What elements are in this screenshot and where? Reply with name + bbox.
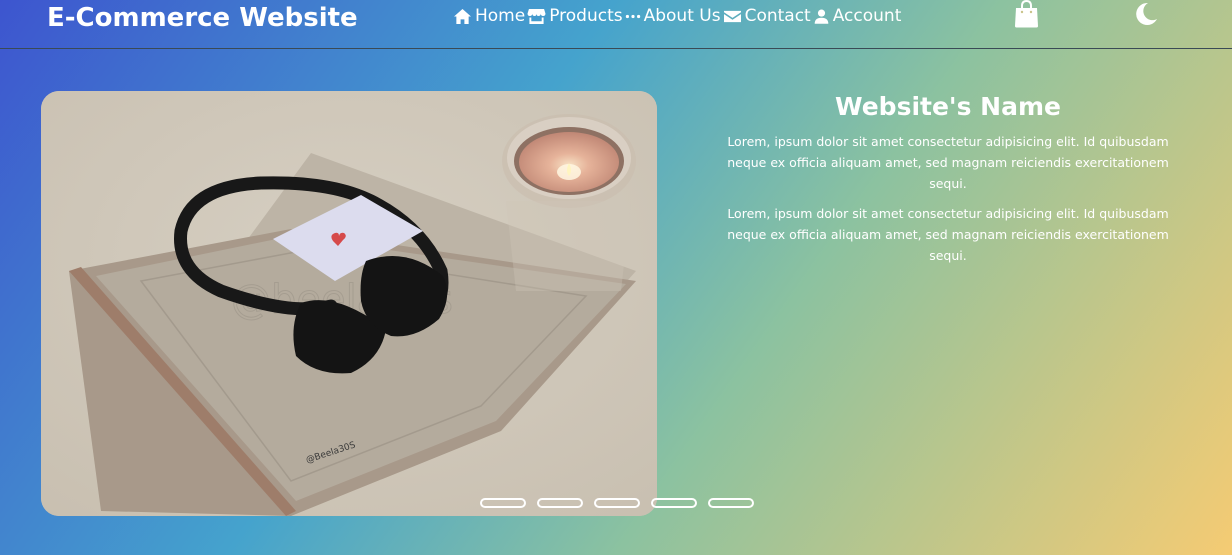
slide-indicator-5[interactable] [708,498,754,508]
slider-indicators [480,498,754,508]
nav-products-label: Products [549,6,623,26]
info-paragraph-1: Lorem, ipsum dolor sit amet consectetur … [727,134,1169,191]
info-paragraph-2: Lorem, ipsum dolor sit amet consectetur … [727,206,1169,263]
slide-indicator-1[interactable] [480,498,526,508]
hero-image: @beela30s @Beela30S [41,91,657,516]
site-info: Website's Name Lorem, ipsum dolor sit am… [716,92,1180,275]
ellipsis-icon [625,14,640,18]
nav-contact[interactable]: Contact [723,6,813,26]
slide-indicator-2[interactable] [537,498,583,508]
nav-account[interactable]: Account [813,6,904,26]
home-icon [454,8,471,24]
store-icon [527,8,546,24]
user-icon [814,9,829,24]
nav-about-label: About Us [643,6,721,26]
shopping-bag-icon[interactable] [1014,0,1039,28]
moon-icon[interactable] [1134,2,1158,26]
navbar: E-Commerce Website Home Products About U… [0,0,1232,49]
hero-slider[interactable]: @beela30s @Beela30S [41,91,657,516]
nav-home[interactable]: Home [453,6,527,26]
nav-account-label: Account [832,6,902,26]
brand-logo-text[interactable]: E-Commerce Website [47,3,358,33]
slide-indicator-4[interactable] [651,498,697,508]
nav-about[interactable]: About Us [625,6,723,26]
nav-links: Home Products About Us Contact Account [453,5,903,27]
nav-contact-label: Contact [744,6,811,26]
site-title: Website's Name [835,92,1061,121]
envelope-icon [723,10,741,22]
nav-products[interactable]: Products [527,6,624,26]
nav-home-label: Home [475,6,526,26]
slide-indicator-3[interactable] [594,498,640,508]
